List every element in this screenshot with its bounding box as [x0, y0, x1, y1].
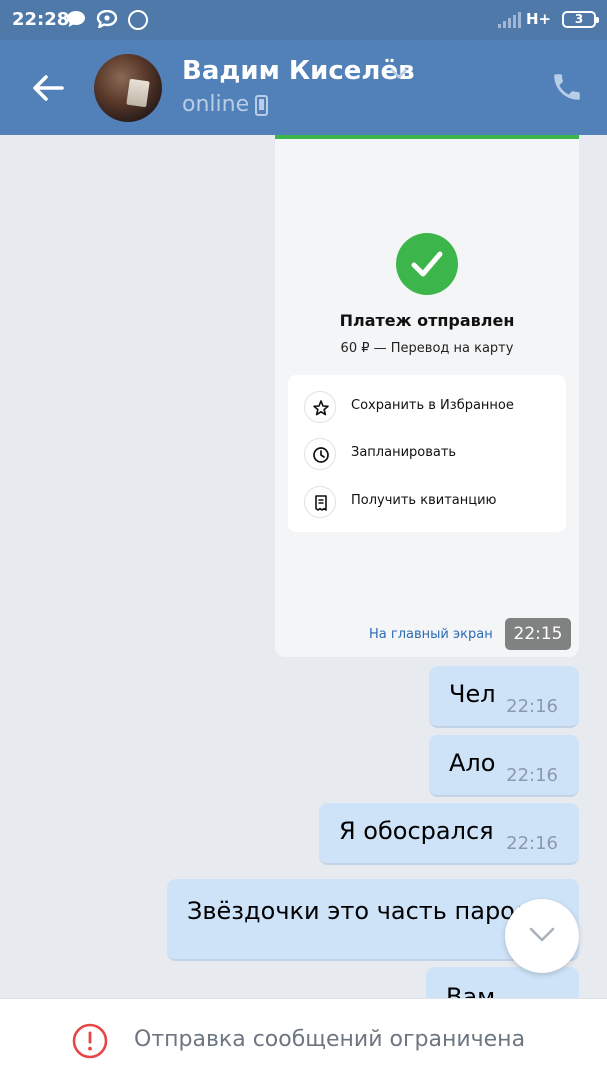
- payment-screenshot[interactable]: Платеж отправлен 60 ₽ — Перевод на карту…: [275, 135, 579, 657]
- back-arrow-icon[interactable]: [28, 70, 68, 106]
- message-text: Чел: [449, 680, 496, 708]
- message-bubble[interactable]: Я обосрался 22:16: [319, 803, 579, 865]
- restriction-text: Отправка сообщений ограничена: [134, 1027, 526, 1052]
- chat-header: Вадим Киселёв online: [0, 40, 607, 135]
- scroll-down-button[interactable]: [505, 899, 579, 973]
- clock-icon: [304, 438, 336, 470]
- chevron-down-icon: [529, 927, 555, 942]
- message-text: Звёздочки это часть пароля?: [187, 897, 558, 925]
- message-bubble[interactable]: Ало 22:16: [429, 735, 579, 797]
- chat-bubble-icon: [67, 11, 85, 27]
- message-time: 22:16: [506, 696, 558, 717]
- message-time: 22:15: [505, 618, 571, 650]
- status-time: 22:28: [12, 9, 70, 30]
- chevron-down-icon[interactable]: [389, 66, 409, 80]
- message-text: Ало: [449, 749, 496, 777]
- message-time: 22:16: [506, 765, 558, 786]
- payment-subtitle: 60 ₽ — Перевод на карту: [340, 341, 514, 356]
- circle-icon: [128, 10, 148, 30]
- payment-title: Платеж отправлен: [339, 311, 515, 330]
- phone-icon[interactable]: [550, 70, 584, 104]
- message-list[interactable]: Платеж отправлен 60 ₽ — Перевод на карту…: [0, 135, 607, 998]
- warning-icon: [72, 1023, 108, 1059]
- action-label: Запланировать: [351, 445, 457, 460]
- status-bar: 22:28 H+ 3: [0, 0, 607, 40]
- checkmark-icon: [396, 233, 458, 295]
- contact-status: online: [182, 92, 250, 117]
- network-type: H+: [526, 10, 552, 28]
- action-label: Получить квитанцию: [351, 493, 497, 508]
- message-time: 22:16: [506, 833, 558, 854]
- action-get-receipt[interactable]: Получить квитанцию: [288, 480, 566, 524]
- star-icon: [304, 391, 336, 423]
- message-icon: [96, 10, 118, 28]
- accent-strip: [275, 135, 579, 139]
- action-save-favorite[interactable]: Сохранить в Избранное: [288, 385, 566, 429]
- message-text: Я обосрался: [339, 817, 494, 845]
- action-label: Сохранить в Избранное: [351, 398, 514, 413]
- mobile-device-icon: [255, 95, 268, 116]
- avatar[interactable]: [94, 54, 162, 122]
- message-text: Вам: [446, 983, 496, 998]
- contact-name[interactable]: Вадим Киселёв: [182, 56, 415, 86]
- message-bubble[interactable]: Чел 22:16: [429, 666, 579, 728]
- messaging-restricted-bar: Отправка сообщений ограничена: [0, 998, 607, 1080]
- battery-icon: 3: [562, 11, 599, 28]
- signal-icon: [498, 12, 521, 28]
- action-schedule[interactable]: Запланировать: [288, 432, 566, 476]
- message-bubble[interactable]: Вам: [426, 967, 579, 998]
- receipt-icon: [304, 486, 336, 518]
- payment-actions: Сохранить в Избранное Запланировать Полу…: [288, 375, 566, 532]
- home-screen-link[interactable]: На главный экран: [369, 627, 493, 642]
- battery-level: 3: [574, 12, 584, 26]
